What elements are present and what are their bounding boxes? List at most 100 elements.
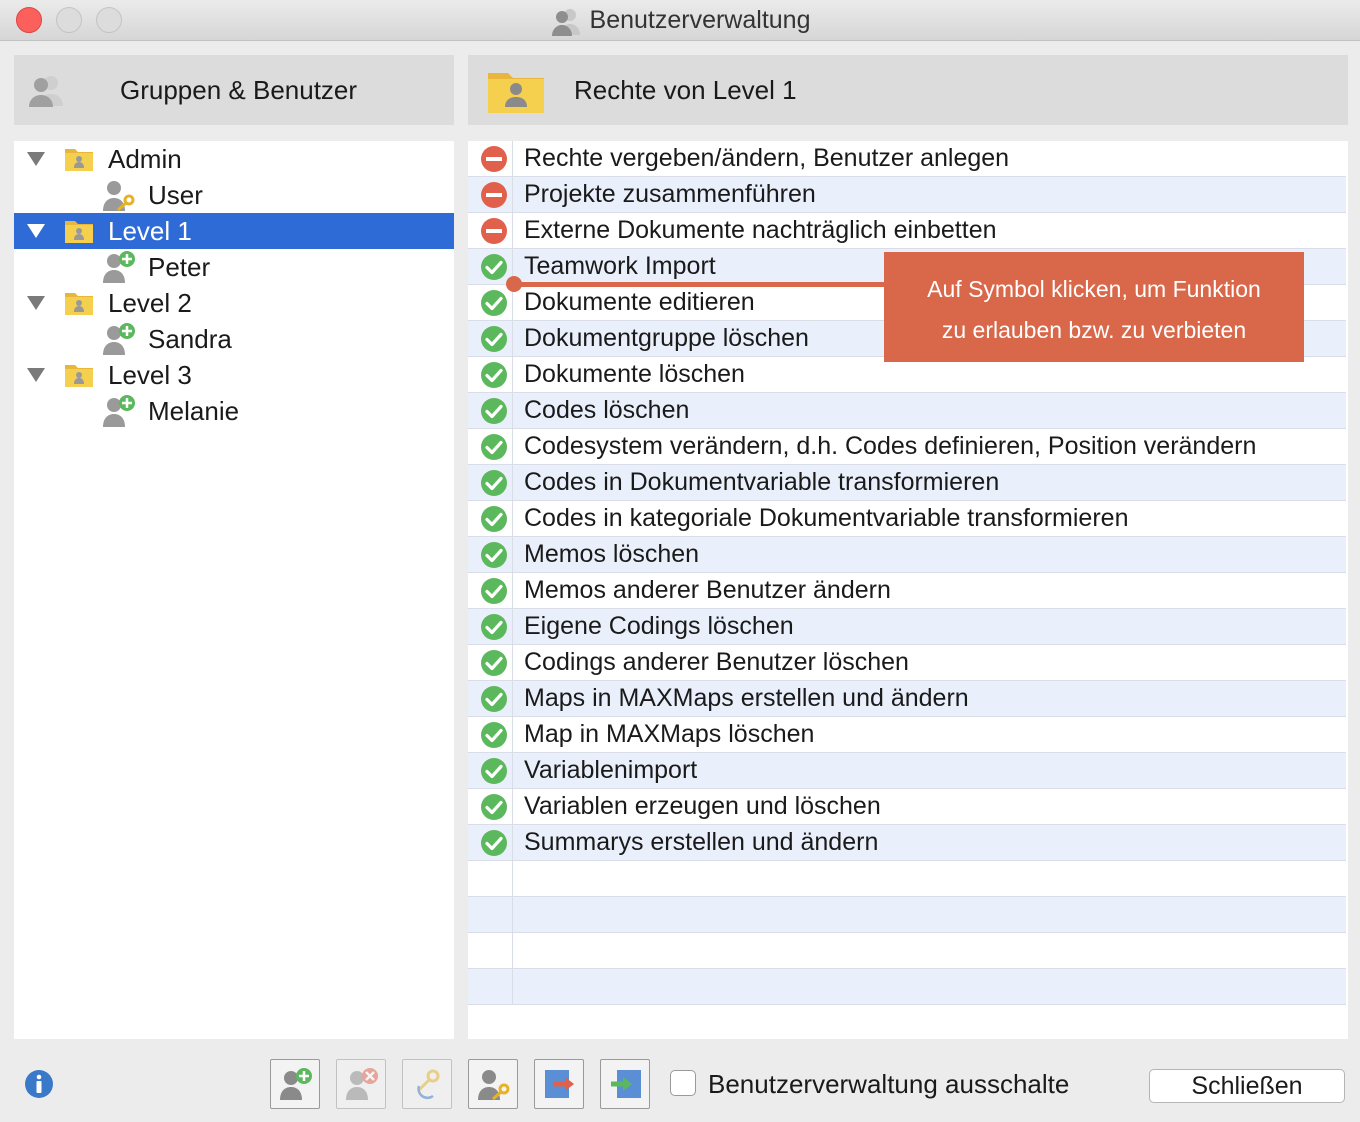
tree-label: User	[148, 180, 203, 210]
groups-users-header: Gruppen & Benutzer	[14, 55, 454, 125]
right-label: Dokumente löschen	[524, 360, 745, 388]
right-label: Projekte zusammenführen	[524, 180, 816, 208]
status-cell	[468, 861, 513, 896]
allowed-check-icon[interactable]	[480, 649, 508, 677]
allowed-check-icon[interactable]	[480, 577, 508, 605]
tree-group-level-1[interactable]: Level 1	[14, 213, 454, 249]
disable-user-management-label[interactable]: Benutzerverwaltung ausschalte	[708, 1066, 1069, 1102]
right-row: Maps in MAXMaps erstellen und ändern	[468, 681, 1346, 717]
right-row: Codes in Dokumentvariable transformieren	[468, 465, 1346, 501]
right-label: Codes in kategoriale Dokumentvariable tr…	[524, 504, 1129, 532]
allowed-check-icon[interactable]	[480, 289, 508, 317]
right-label: Eigene Codings löschen	[524, 612, 794, 640]
users-icon	[551, 9, 580, 37]
allowed-check-icon[interactable]	[480, 829, 508, 857]
expand-triangle-icon[interactable]	[27, 368, 45, 382]
right-row: Variablen erzeugen und löschen	[468, 789, 1346, 825]
groups-users-tree: Admin User Level 1 Peter Level 2 Sandra …	[14, 141, 454, 1039]
status-cell	[468, 321, 513, 356]
tree-group-level-2[interactable]: Level 2	[14, 285, 454, 321]
tree-user-peter[interactable]: Peter	[14, 249, 454, 285]
allowed-check-icon[interactable]	[480, 361, 508, 389]
group-folder-icon	[488, 73, 544, 113]
tree-user-melanie[interactable]: Melanie	[14, 393, 454, 429]
users-icon	[29, 76, 63, 107]
import-button[interactable]	[600, 1059, 650, 1109]
denied-minus-icon[interactable]	[480, 181, 508, 209]
allowed-check-icon[interactable]	[480, 397, 508, 425]
user-add-icon	[280, 1068, 312, 1100]
tree-label: Melanie	[148, 396, 240, 426]
right-label: Summarys erstellen und ändern	[524, 828, 879, 856]
rights-header: Rechte von Level 1	[468, 55, 1348, 125]
user-add-icon	[103, 395, 135, 427]
tree-user-user[interactable]: User	[14, 177, 454, 213]
right-row: Memos löschen	[468, 537, 1346, 573]
callout-box: Auf Symbol klicken, um Funktion zu erlau…	[884, 252, 1304, 362]
title-bar: Benutzerverwaltung	[0, 0, 1360, 41]
key-refresh-icon	[417, 1069, 440, 1100]
status-cell	[468, 393, 513, 428]
allowed-check-icon[interactable]	[480, 685, 508, 713]
allowed-check-icon[interactable]	[480, 721, 508, 749]
expand-triangle-icon[interactable]	[27, 296, 45, 310]
allowed-check-icon[interactable]	[480, 433, 508, 461]
denied-minus-icon[interactable]	[480, 217, 508, 245]
allowed-check-icon[interactable]	[480, 793, 508, 821]
expand-triangle-icon[interactable]	[27, 224, 45, 238]
disable-user-management-checkbox[interactable]	[670, 1070, 696, 1096]
callout-line-1: Auf Symbol klicken, um Funktion	[927, 276, 1261, 302]
status-cell	[468, 141, 513, 176]
allowed-check-icon[interactable]	[480, 541, 508, 569]
right-row: Rechte vergeben/ändern, Benutzer anlegen	[468, 141, 1346, 177]
right-label: Codes in Dokumentvariable transformieren	[524, 468, 1000, 496]
group-folder-icon	[65, 293, 93, 315]
right-row: Memos anderer Benutzer ändern	[468, 573, 1346, 609]
groups-users-title: Gruppen & Benutzer	[120, 75, 358, 105]
add-user-button[interactable]	[270, 1059, 320, 1109]
right-label: Codings anderer Benutzer löschen	[524, 648, 909, 676]
allowed-check-icon[interactable]	[480, 613, 508, 641]
status-cell	[468, 825, 513, 860]
right-row: Codings anderer Benutzer löschen	[468, 645, 1346, 681]
allowed-check-icon[interactable]	[480, 325, 508, 353]
denied-minus-icon[interactable]	[480, 145, 508, 173]
right-label: Variablenimport	[524, 756, 698, 784]
empty-row	[468, 861, 1346, 897]
tree-group-admin[interactable]: Admin	[14, 141, 454, 177]
expand-triangle-icon[interactable]	[27, 152, 45, 166]
status-cell	[468, 429, 513, 464]
info-icon[interactable]	[24, 1069, 54, 1099]
empty-row	[468, 933, 1346, 969]
allowed-check-icon[interactable]	[480, 505, 508, 533]
status-cell	[468, 465, 513, 500]
user-password-button[interactable]	[468, 1059, 518, 1109]
export-button[interactable]	[534, 1059, 584, 1109]
status-cell	[468, 753, 513, 788]
tree-group-level-3[interactable]: Level 3	[14, 357, 454, 393]
status-cell	[468, 897, 513, 932]
status-cell	[468, 969, 513, 1004]
callout-line-2: zu erlauben bzw. zu verbieten	[941, 317, 1247, 343]
status-cell	[468, 789, 513, 824]
empty-row	[468, 969, 1346, 1005]
allowed-check-icon[interactable]	[480, 469, 508, 497]
window-title: Benutzerverwaltung	[0, 0, 1360, 40]
empty-row	[468, 897, 1346, 933]
status-cell	[468, 609, 513, 644]
group-folder-icon	[65, 149, 93, 171]
group-folder-icon	[65, 221, 93, 243]
status-cell	[468, 681, 513, 716]
right-row: Codes löschen	[468, 393, 1346, 429]
delete-user-button[interactable]	[336, 1059, 386, 1109]
close-button[interactable]: Schließen	[1149, 1069, 1345, 1103]
tree-user-sandra[interactable]: Sandra	[14, 321, 454, 357]
callout-connector	[514, 282, 886, 287]
tree-label: Level 3	[108, 360, 192, 390]
tree-label: Level 2	[108, 288, 192, 318]
change-password-button[interactable]	[402, 1059, 452, 1109]
status-cell	[468, 645, 513, 680]
allowed-check-icon[interactable]	[480, 757, 508, 785]
allowed-check-icon[interactable]	[480, 253, 508, 281]
right-label: Teamwork Import	[524, 252, 716, 280]
